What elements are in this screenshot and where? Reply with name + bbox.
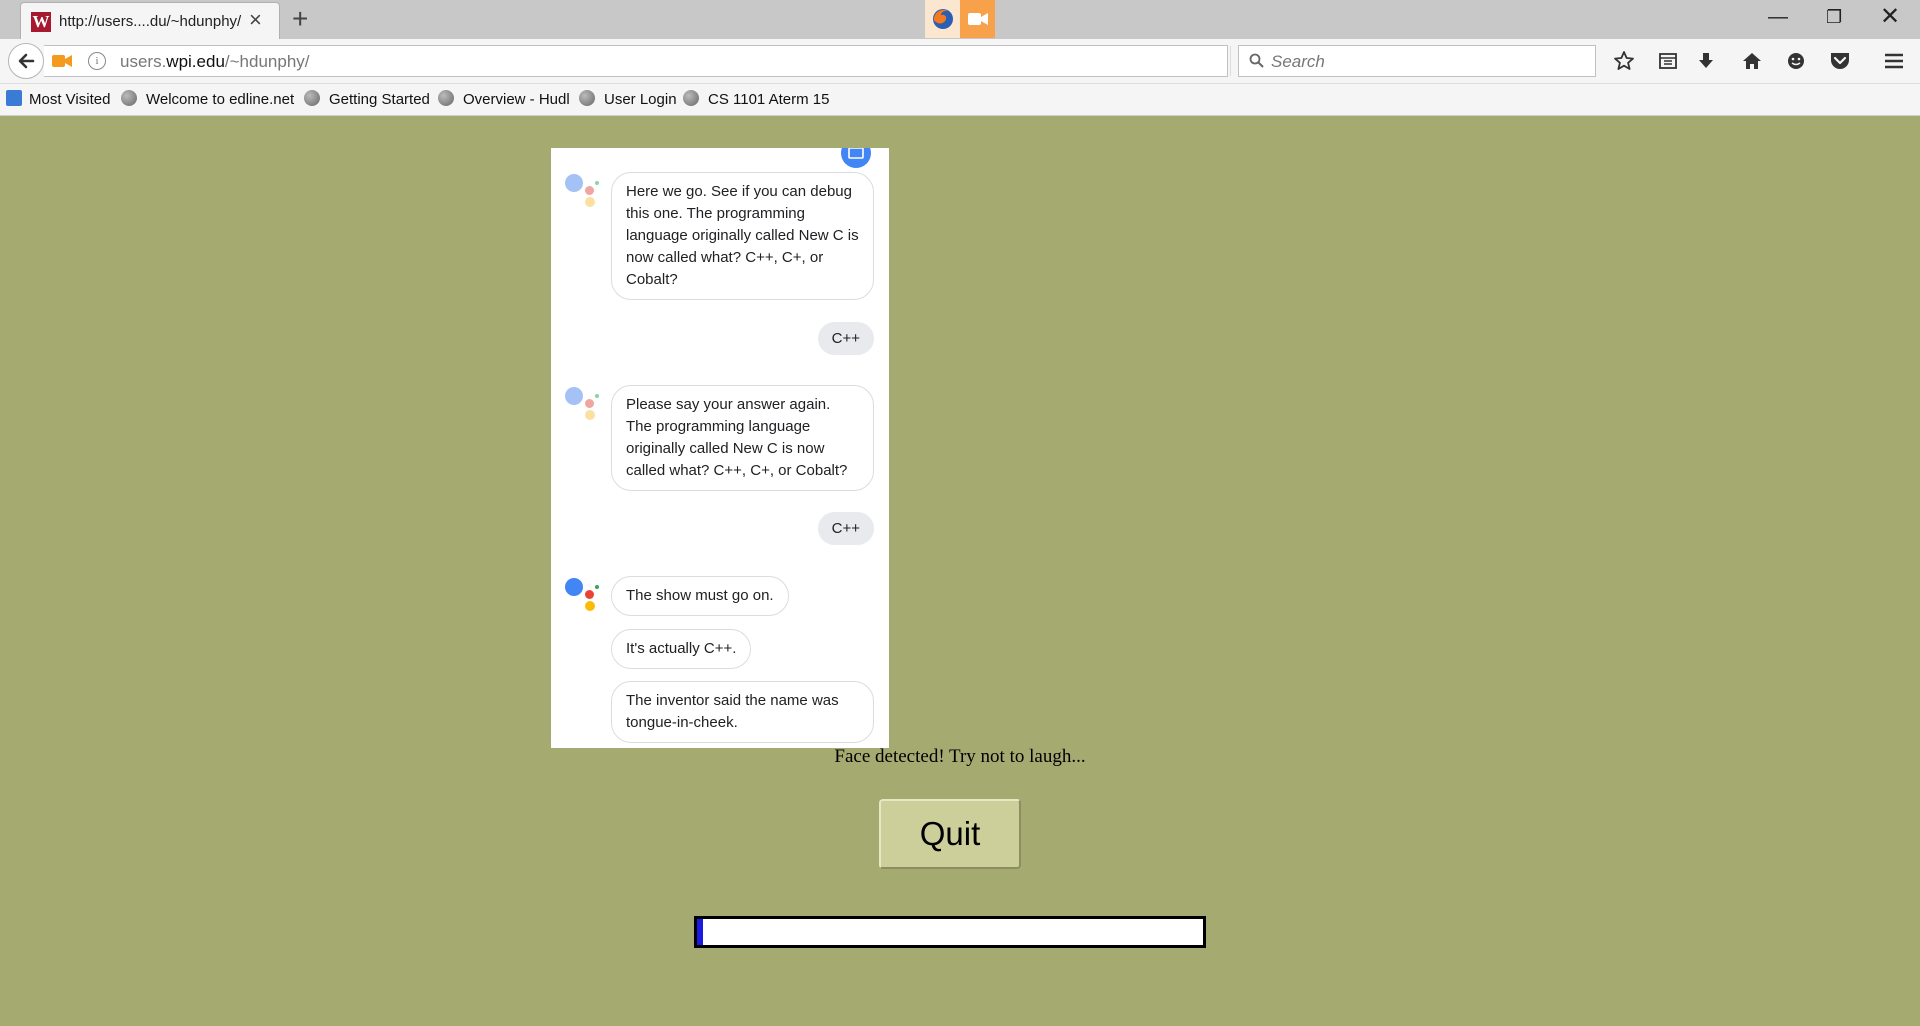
bookmark-cs1101[interactable]: CS 1101 Aterm 15	[708, 91, 829, 108]
bookmarks-toolbar: Most Visited Welcome to edline.net Getti…	[0, 84, 1920, 116]
browser-tab[interactable]: W http://users....du/~hdunphy/ ×	[20, 2, 280, 39]
url-bar[interactable]: i users.wpi.edu/~hdunphy/	[44, 45, 1256, 77]
globe-icon	[304, 90, 320, 106]
status-text: Face detected! Try not to laugh...	[834, 746, 1086, 767]
globe-icon	[121, 90, 137, 106]
bookmark-hudl[interactable]: Overview - Hudl	[463, 91, 570, 108]
close-window-button[interactable]: ✕	[1880, 4, 1900, 30]
tab-strip: W http://users....du/~hdunphy/ × + — ❐ ✕	[0, 0, 1920, 39]
progress-bar	[694, 916, 1206, 948]
url-text[interactable]: users.wpi.edu/~hdunphy/	[120, 52, 310, 72]
globe-icon	[683, 90, 699, 106]
user-message: C++	[817, 322, 874, 355]
assistant-chat-panel: Here we go. See if you can debug this on…	[551, 148, 889, 748]
search-bar[interactable]	[1238, 45, 1596, 77]
bookmark-user-login[interactable]: User Login	[604, 91, 677, 108]
assistant-logo-icon	[565, 578, 601, 612]
progress-fill	[697, 919, 704, 945]
camera-sharing-icon[interactable]	[52, 54, 72, 73]
quit-button[interactable]: Quit	[879, 799, 1021, 869]
assistant-message: Here we go. See if you can debug this on…	[611, 172, 874, 300]
home-icon[interactable]	[1740, 49, 1764, 73]
user-message: C++	[817, 512, 874, 545]
bookmark-edline[interactable]: Welcome to edline.net	[146, 91, 294, 108]
assistant-logo-icon	[565, 387, 601, 421]
globe-icon	[579, 90, 595, 106]
tab-close-icon[interactable]: ×	[249, 9, 262, 31]
navigation-toolbar: i users.wpi.edu/~hdunphy/	[0, 39, 1920, 84]
assistant-logo-icon	[565, 174, 601, 208]
site-info-icon[interactable]: i	[88, 52, 106, 70]
keyboard-icon[interactable]	[841, 148, 871, 168]
firefox-icon	[925, 0, 960, 38]
bookmark-getting-started[interactable]: Getting Started	[329, 91, 430, 108]
assistant-message: Please say your answer again. The progra…	[611, 385, 874, 491]
menu-icon[interactable]	[1882, 49, 1906, 73]
tab-title: http://users....du/~hdunphy/	[59, 13, 242, 30]
assistant-message: The show must go on.	[611, 576, 789, 616]
bookmark-star-icon[interactable]	[1612, 49, 1636, 73]
most-visited-icon	[6, 90, 22, 106]
downloads-icon[interactable]	[1694, 49, 1718, 73]
bookmark-most-visited[interactable]: Most Visited	[29, 91, 110, 108]
search-icon	[1249, 53, 1264, 68]
assistant-message: It's actually C++.	[611, 629, 752, 669]
camera-icon	[960, 0, 995, 38]
globe-icon	[438, 90, 454, 106]
back-arrow-icon	[18, 53, 35, 69]
new-tab-button[interactable]: +	[292, 4, 308, 34]
pocket-icon[interactable]	[1828, 49, 1852, 73]
restore-button[interactable]: ❐	[1826, 4, 1842, 30]
minimize-button[interactable]: —	[1768, 4, 1788, 30]
media-sharing-indicator[interactable]	[925, 0, 995, 38]
hello-chat-icon[interactable]	[1784, 49, 1808, 73]
reading-list-icon[interactable]	[1656, 49, 1680, 73]
assistant-message: The inventor said the name was tongue-in…	[611, 681, 874, 743]
back-button[interactable]	[8, 43, 44, 79]
search-input[interactable]	[1269, 51, 1583, 73]
wpi-favicon-icon: W	[31, 12, 51, 32]
